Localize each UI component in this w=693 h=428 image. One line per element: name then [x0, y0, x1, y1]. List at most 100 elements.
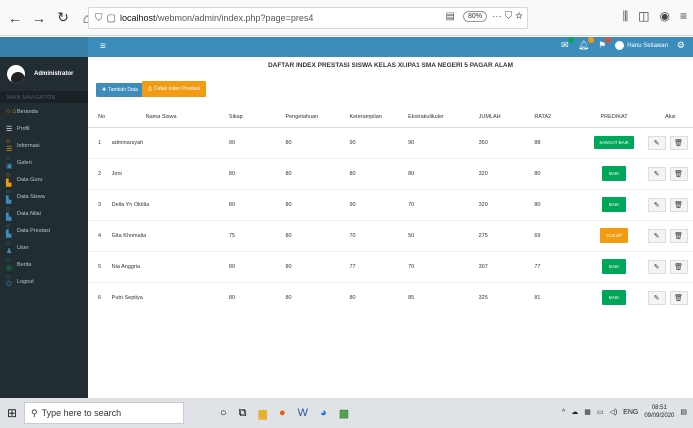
edit-icon[interactable]: ✎ — [647, 290, 666, 305]
delete-icon[interactable]: 🗑︎ — [669, 166, 688, 181]
cell-aksi: ✎ 🗑︎ — [647, 250, 693, 282]
app-icon[interactable]: ▩ — [339, 407, 349, 420]
user-icon: ○ ♟ — [6, 240, 13, 255]
sidebar-item-data-nilai[interactable]: ○ ▙ Data Nilai — [0, 205, 88, 222]
delete-icon[interactable]: 🗑︎ — [669, 135, 688, 150]
print-button[interactable]: ⎙ Cetak Index Prestasi — [142, 81, 207, 97]
sidebar-item-label: Data Siswa — [17, 193, 45, 200]
cell-keterampilan: 70 — [349, 219, 409, 251]
address-bar[interactable]: ⛉ ▢ localhost/webmon/admin/index.php?pag… — [88, 7, 528, 29]
cell-predikat: SANGAT BAIK — [580, 126, 648, 158]
cell-nama: adminarsyah — [107, 126, 229, 158]
task-view-icon[interactable]: ⧉ — [239, 407, 247, 420]
reader-icon[interactable]: ▤ — [446, 11, 455, 22]
reload-icon[interactable]: ↻ — [54, 9, 72, 27]
table-header-row: No Nama Siswa Sikap Pengetahuan Keteramp… — [88, 107, 693, 128]
taskbar-search[interactable]: ⚲ Type here to search — [24, 402, 184, 424]
back-icon[interactable]: ← — [6, 9, 24, 27]
row-actions: ✎ 🗑︎ — [647, 259, 693, 274]
clock[interactable]: 08:51 09/09/2020 — [644, 404, 674, 420]
battery-icon[interactable]: ▭ — [597, 408, 604, 416]
sidebar-item-data-siswa[interactable]: ○ ▙ Data Siswa — [0, 188, 88, 205]
cell-no: 6 — [88, 281, 108, 313]
sidebar-item-data-guru[interactable]: ○ ▙ Data Guru — [0, 171, 88, 188]
chrome-icon[interactable]: ◕ — [320, 407, 327, 420]
browser-toolbar: ← → ↻ ⌂ ⛉ ▢ localhost/webmon/admin/index… — [0, 0, 693, 36]
table-row: 3 Della Yn Oktilia 80 80 90 70 320 80 BAIK ✎ 🗑︎ — [88, 188, 693, 220]
power-icon: ○ ⏻ — [6, 274, 12, 288]
cell-ekstrakulikuler: 80 — [408, 157, 479, 189]
forward-icon[interactable]: → — [30, 9, 48, 27]
delete-icon[interactable]: 🗑︎ — [669, 197, 688, 212]
sidebar-item-berita[interactable]: ○ ◎ Berita — [0, 256, 88, 273]
cell-ekstrakulikuler: 90 — [408, 126, 479, 158]
cell-jumlah: 350 — [478, 126, 535, 158]
cell-ekstrakulikuler: 70 — [408, 188, 479, 220]
sidebar-item-data-prestasi[interactable]: ○ ▙ Data Prestasi — [0, 222, 88, 239]
content-wrapper: DAFTAR INDEX PRESTASI SISWA KELAS XI.IPA… — [88, 57, 693, 398]
cortana-icon[interactable]: ○ — [220, 407, 227, 420]
browser-right-tools: ⫼ ◫ ◉ ≡ — [623, 9, 687, 24]
cell-ekstrakulikuler: 85 — [408, 281, 479, 313]
table-row: 1 adminarsyah 90 80 90 90 350 88 SANGAT BAIK ✎ 🗑︎ — [88, 126, 693, 158]
sidebar-item-profil[interactable]: ☰ Profil — [0, 120, 88, 137]
add-data-button[interactable]: ✚ Tambah Data — [96, 83, 144, 97]
edit-icon[interactable]: ✎ — [647, 135, 666, 150]
word-icon[interactable]: W — [298, 407, 308, 420]
file-explorer-icon[interactable]: ▆ — [259, 407, 267, 420]
messages-icon[interactable]: ✉ — [561, 37, 574, 51]
edit-icon[interactable]: ✎ — [647, 197, 666, 212]
edit-icon[interactable]: ✎ — [647, 228, 666, 243]
windows-start-icon[interactable]: ⊞ — [0, 398, 24, 428]
language-indicator[interactable]: ENG — [623, 409, 638, 416]
delete-icon[interactable]: 🗑︎ — [669, 290, 688, 305]
page-actions-icon[interactable]: ··· ⛉ ☆ — [492, 11, 523, 22]
cell-pengetahuan: 80 — [285, 157, 350, 189]
circle-icon: ○ ◎ — [6, 257, 13, 272]
sidebar-item-beranda[interactable]: ○ ⌂ Beranda — [0, 103, 88, 120]
page-title: DAFTAR INDEX PRESTASI SISWA KELAS XI.IPA… — [267, 62, 514, 69]
sidebar-toggle-icon[interactable]: ≡ — [100, 41, 106, 52]
user-menu[interactable]: Hanu Setiawan — [615, 41, 668, 50]
file-icon: ○ ▙ — [6, 206, 12, 221]
cloud-icon[interactable]: ☁ — [571, 408, 578, 416]
tray-expand-icon[interactable]: ^ — [562, 409, 565, 416]
settings-icon[interactable]: ⚙ — [677, 40, 685, 51]
cell-rata2: 80 — [534, 188, 581, 220]
cell-aksi: ✎ 🗑︎ — [647, 126, 693, 158]
cell-rata2: 69 — [534, 219, 581, 251]
sidebar-item-user[interactable]: ○ ♟ User — [0, 239, 88, 256]
user-name: Administrator — [34, 71, 74, 77]
zoom-indicator[interactable]: 80% — [462, 11, 487, 22]
header-right: ✉ 🔔︎ ⚑ Hanu Setiawan ⚙ — [561, 37, 685, 51]
sidebar-item-label: Beranda — [17, 108, 38, 115]
user-menu-label: Hanu Setiawan — [627, 42, 668, 49]
table-row: 6 Putri Septiya 80 80 80 85 325 81 BAIK ✎ 🗑︎ — [88, 281, 693, 313]
col-pengetahuan: Pengetahuan — [285, 107, 350, 128]
row-actions: ✎ 🗑︎ — [647, 166, 693, 181]
cell-jumlah: 275 — [478, 219, 535, 251]
menu-icon[interactable]: ≡ — [680, 9, 687, 24]
firefox-icon[interactable]: ● — [279, 407, 286, 420]
file-icon: ○ ▙ — [6, 172, 12, 187]
sidebar-item-logout[interactable]: ○ ⏻ Logout — [0, 273, 88, 290]
sidebar-item-informasi[interactable]: ○ ☰ Informasi — [0, 137, 88, 154]
edit-icon[interactable]: ✎ — [647, 259, 666, 274]
delete-icon[interactable]: 🗑︎ — [669, 259, 688, 274]
account-icon[interactable]: ◉ — [660, 9, 670, 24]
library-icon[interactable]: ⫼ — [623, 9, 629, 24]
flag-icon[interactable]: ⚑ — [598, 37, 612, 51]
cell-keterampilan: 90 — [349, 126, 409, 158]
cell-keterampilan: 77 — [349, 250, 409, 282]
cell-no: 3 — [88, 188, 108, 220]
notifications-icon[interactable]: 🔔︎ — [578, 37, 595, 51]
network-icon[interactable]: ▦ — [584, 408, 591, 416]
sidebar-item-galeri[interactable]: ○ ▣ Galeri — [0, 154, 88, 171]
notification-center-icon[interactable]: ▤ — [680, 408, 687, 416]
edit-icon[interactable]: ✎ — [647, 166, 666, 181]
sidebar-header: MAIN NAVIGATION — [0, 91, 88, 103]
content-box: DAFTAR INDEX PRESTASI SISWA KELAS XI.IPA… — [88, 57, 693, 398]
delete-icon[interactable]: 🗑︎ — [669, 228, 688, 243]
sidebar-icon[interactable]: ◫ — [638, 9, 649, 24]
volume-icon[interactable]: ◁) — [609, 408, 617, 416]
